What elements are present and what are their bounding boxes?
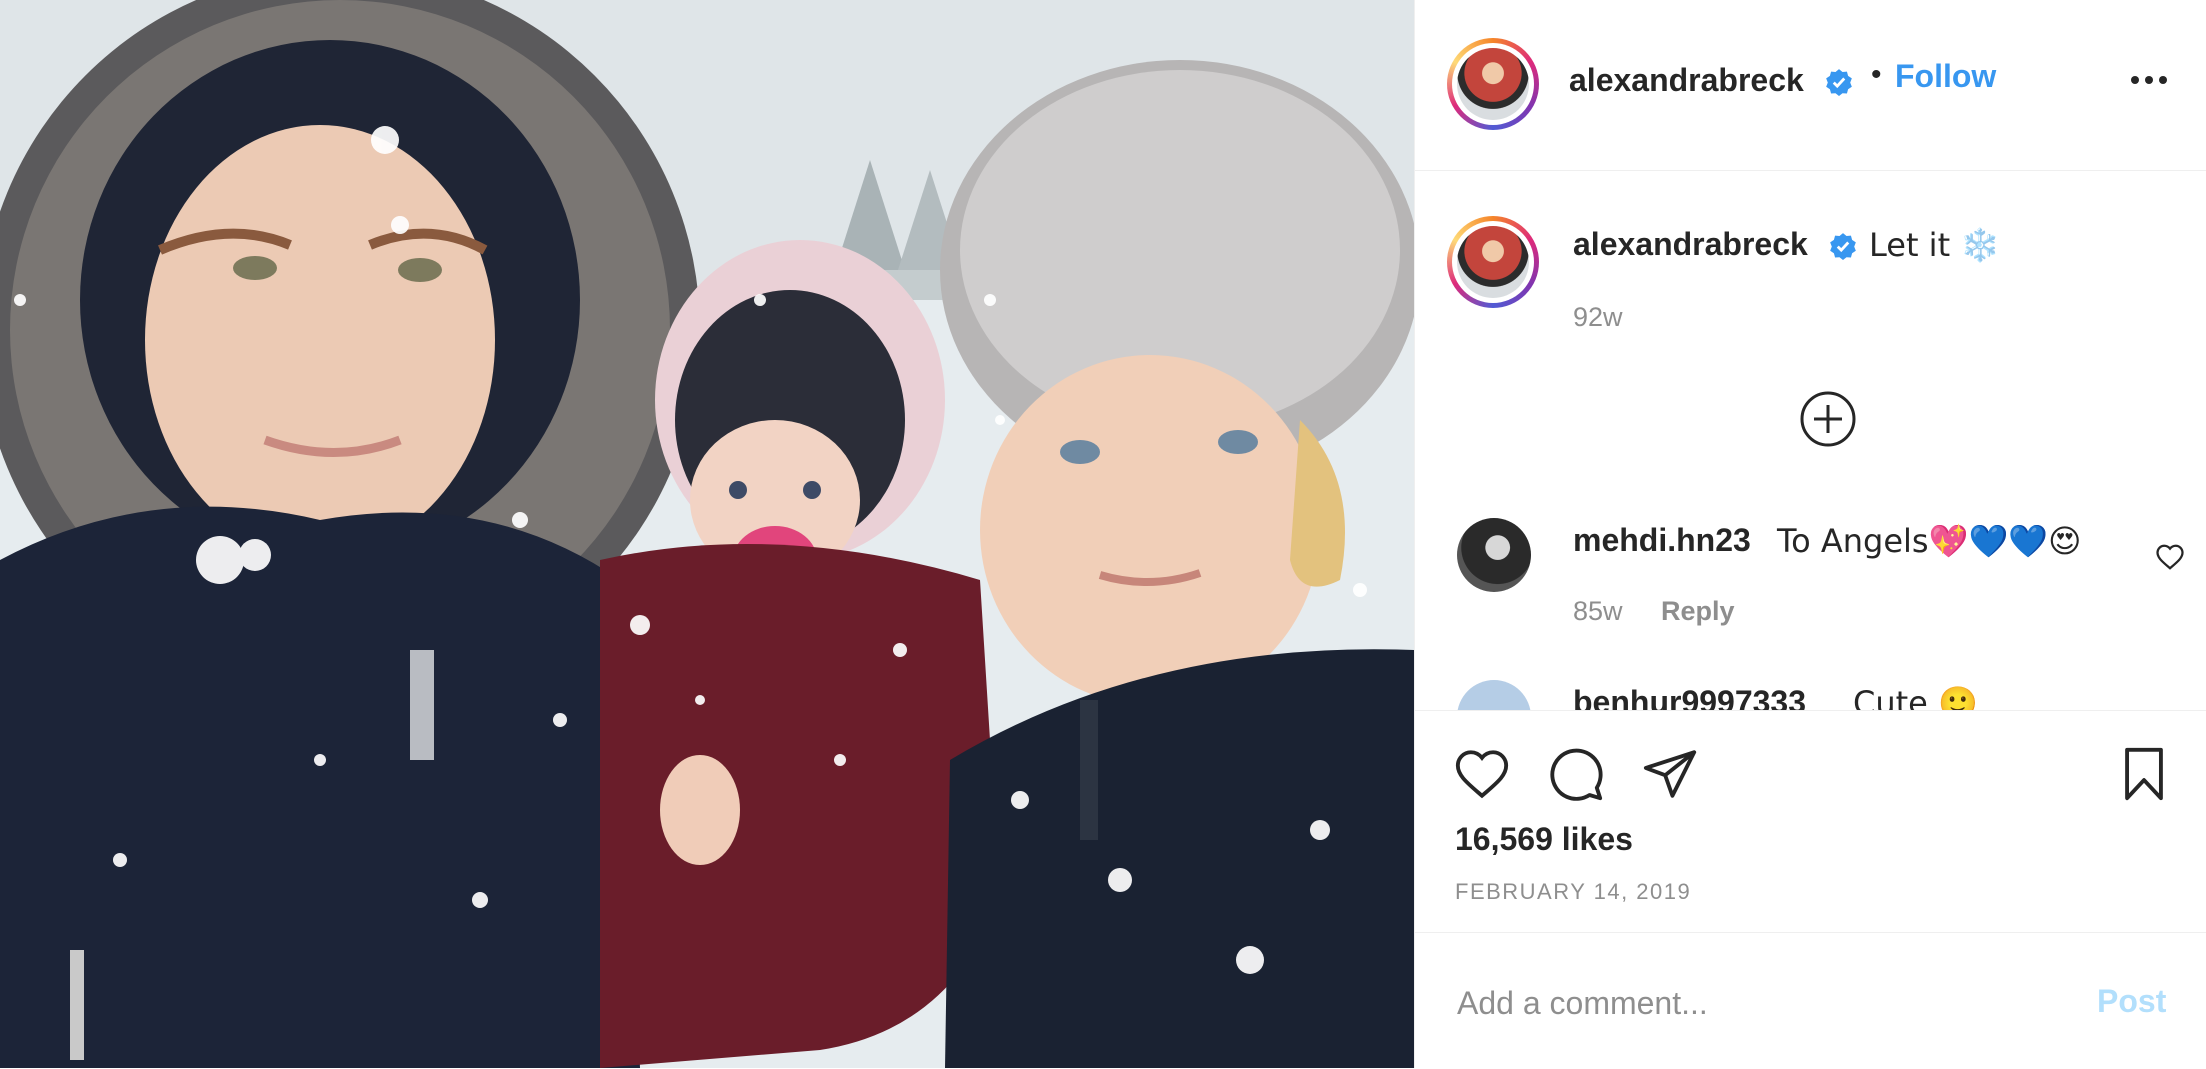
heart-icon[interactable] [1453, 745, 1511, 803]
verified-badge-icon [1826, 69, 1852, 96]
likes-count[interactable]: 16,569 likes [1455, 821, 1633, 858]
comment-age[interactable]: 85w [1573, 596, 1623, 627]
post-comment-button[interactable]: Post [2097, 983, 2166, 1020]
follow-button[interactable]: Follow [1895, 58, 1996, 95]
comment-username[interactable]: benhur9997333 [1573, 684, 1806, 710]
caption-avatar[interactable] [1447, 216, 1539, 308]
bookmark-icon[interactable] [2115, 745, 2173, 803]
more-options-icon[interactable] [2131, 68, 2171, 92]
header-separator: • [1871, 58, 1882, 91]
comment-input[interactable] [1455, 977, 2099, 1029]
post-photo-illustration [0, 0, 1414, 1068]
commenter-avatar[interactable] [1457, 680, 1531, 710]
caption-username[interactable]: alexandrabreck [1573, 226, 1808, 263]
commenter-avatar[interactable] [1457, 518, 1531, 592]
post-actions: 16,569 likes FEBRUARY 14, 2019 [1415, 710, 2206, 933]
comment-list: mehdi.hn23 To Angels💖💙💙😍 85w Reply benhu… [1415, 500, 2206, 710]
post-header: alexandrabreck • Follow [1415, 0, 2206, 171]
post-date[interactable]: FEBRUARY 14, 2019 [1455, 879, 1691, 905]
caption-age[interactable]: 92w [1573, 302, 1623, 333]
post-side-panel: alexandrabreck • Follow alexandrabreck L… [1414, 0, 2206, 1068]
add-comment-bar: Post [1415, 932, 2206, 1069]
author-avatar[interactable] [1447, 38, 1539, 130]
comment-text: To Angels💖💙💙😍 [1777, 522, 2082, 560]
reply-button[interactable]: Reply [1661, 596, 1735, 627]
plus-circle-icon[interactable] [1799, 390, 1857, 448]
author-username[interactable]: alexandrabreck [1569, 62, 1804, 99]
verified-badge-icon [1830, 233, 1856, 260]
comment-like-heart-icon[interactable] [2155, 542, 2185, 572]
post-photo[interactable] [0, 0, 1414, 1068]
comment-bubble-icon[interactable] [1547, 745, 1605, 803]
comment-text: Cute 🙂 [1853, 684, 1978, 710]
comment-username[interactable]: mehdi.hn23 [1573, 522, 1751, 559]
paper-plane-icon[interactable] [1641, 745, 1699, 803]
caption-text: Let it ❄️ [1869, 226, 2001, 264]
